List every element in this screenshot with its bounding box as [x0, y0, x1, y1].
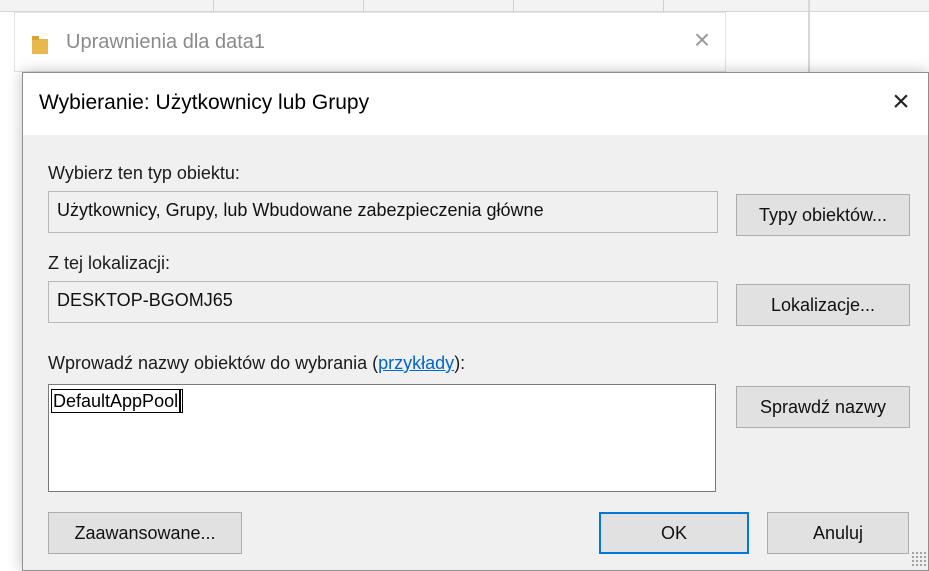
strip-segment — [364, 0, 514, 12]
object-type-label: Wybierz ten typ obiektu: — [48, 163, 240, 183]
object-names-input[interactable]: DefaultAppPool — [48, 384, 716, 492]
object-types-button[interactable]: Typy obiektów... — [736, 194, 910, 236]
background-window-top-strip — [0, 0, 929, 12]
location-label: Z tej lokalizacji: — [48, 253, 171, 273]
text-caret — [179, 390, 182, 412]
strip-segment — [64, 0, 214, 12]
cancel-button[interactable]: Anuluj — [767, 512, 909, 554]
folder-icon — [32, 36, 48, 54]
dialog-title: Wybieranie: Użytkownicy lub Grupy — [39, 91, 370, 114]
location-field: DESKTOP-BGOMJ65 — [48, 281, 718, 323]
screen: Uprawnienia dla data1 × Wybieranie: Użyt… — [0, 0, 929, 571]
names-label: Wprowadź nazwy obiektów do wybrania (prz… — [48, 353, 465, 374]
locations-button[interactable]: Lokalizacje... — [736, 284, 910, 326]
check-names-button[interactable]: Sprawdź nazwy — [736, 386, 910, 428]
examples-link[interactable]: przykłady — [378, 353, 454, 373]
strip-segment — [514, 0, 664, 12]
strip-segment — [214, 0, 364, 12]
background-window-title: Uprawnienia dla data1 — [66, 31, 266, 53]
object-name-text: DefaultAppPool — [53, 391, 179, 411]
object-type-field: Użytkownicy, Grupy, lub Wbudowane zabezp… — [48, 191, 718, 233]
dialog-titlebar: Wybieranie: Użytkownicy lub Grupy × — [23, 73, 928, 135]
names-label-prefix: Wprowadź nazwy obiektów do wybrania ( — [48, 353, 379, 373]
select-users-dialog: Wybieranie: Użytkownicy lub Grupy × Wybi… — [22, 72, 929, 571]
ok-button[interactable]: OK — [599, 512, 749, 554]
names-label-suffix: ): — [454, 353, 466, 373]
background-window-edge — [808, 0, 810, 78]
background-close-icon[interactable]: × — [688, 26, 716, 54]
resize-grip-icon[interactable] — [911, 551, 927, 567]
object-name-token: DefaultAppPool — [51, 389, 184, 413]
advanced-button[interactable]: Zaawansowane... — [48, 512, 242, 554]
close-icon[interactable]: × — [885, 87, 917, 119]
